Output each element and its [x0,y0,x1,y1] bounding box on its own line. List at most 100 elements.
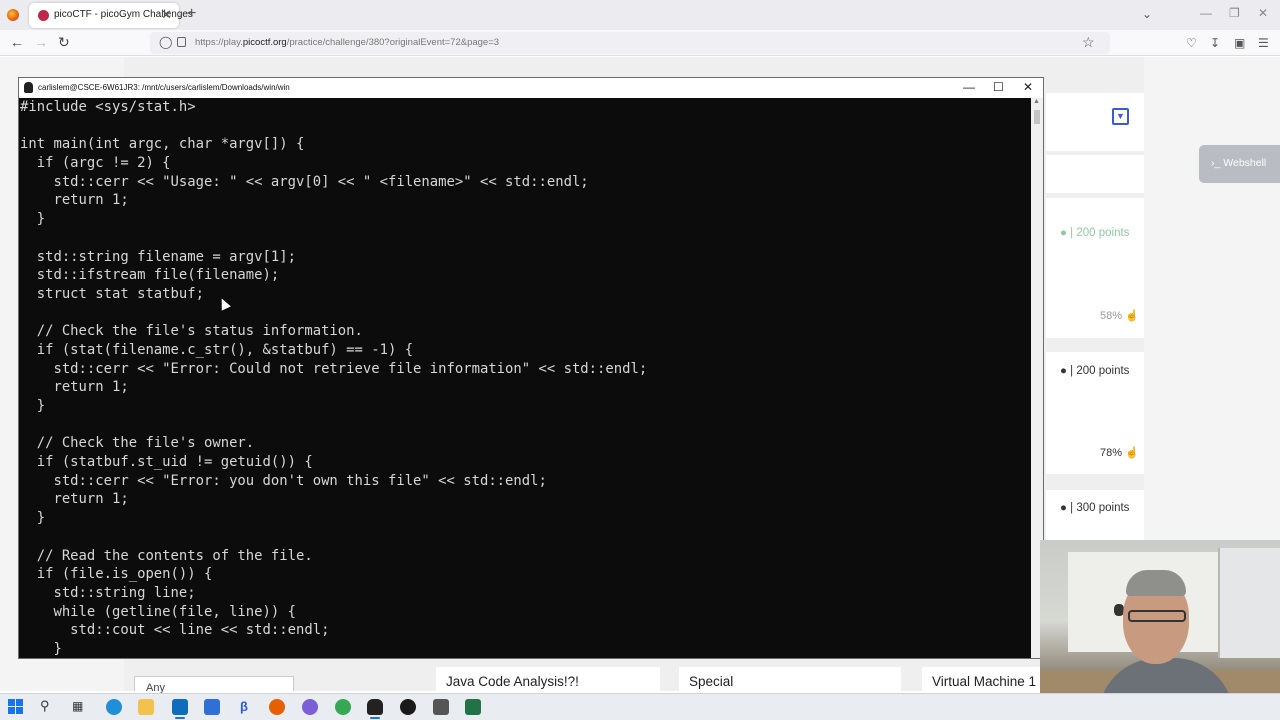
code-line: std::cout << line << std::endl; [20,622,330,639]
code-line: if (file.is_open()) { [20,566,213,583]
challenge-card-title[interactable]: Virtual Machine 1 [922,667,1040,692]
forward-arrow-icon[interactable]: → [34,34,48,50]
background-window [1218,548,1280,658]
filter-select[interactable]: Any [134,676,294,694]
save-bookmark-icon[interactable]: ▼ [1112,108,1129,125]
back-arrow-icon[interactable]: ← [10,34,24,50]
firefox-icon[interactable] [269,699,285,715]
challenge-card[interactable] [1046,155,1144,193]
teams-icon[interactable] [302,699,318,715]
scroll-up-arrow-icon[interactable]: ▲ [1033,98,1040,105]
code-line: return 1; [20,192,129,209]
edge-icon[interactable] [106,699,122,715]
browser-tab[interactable]: picoCTF - picoGym Challenges ✕ [29,3,193,28]
code-line: } [20,510,46,527]
task-view-icon[interactable]: ▦ [72,699,88,715]
downloads-icon[interactable]: ↧ [1210,36,1220,50]
file-explorer-icon[interactable] [138,699,154,715]
code-line: std::ifstream file(filename); [20,267,280,284]
restore-window-icon[interactable]: ❐ [1229,6,1240,20]
tab-close-icon[interactable]: ✕ [161,7,172,23]
bluetooth-icon[interactable]: β [236,699,252,715]
code-line: if (argc != 2) { [20,155,171,172]
code-line: } [20,640,62,657]
terminal-close-icon[interactable]: ✕ [1023,80,1033,94]
close-window-icon[interactable]: ✕ [1258,6,1268,20]
menu-icon[interactable]: ☰ [1258,36,1269,50]
challenge-card-title[interactable]: Java Code Analysis!?! [436,667,660,692]
code-line: } [20,398,46,414]
windows-start-icon[interactable] [8,699,24,715]
user-icon: ● [1060,365,1071,377]
reload-icon[interactable]: ↻ [58,34,70,51]
code-line: if (stat(filename.c_str(), &statbuf) == … [20,341,414,358]
browser-tab-bar: picoCTF - picoGym Challenges ✕ + ⌄ — ❐ ✕ [0,0,1280,30]
code-line: // Read the contents of the file. [20,547,313,564]
thumbs-up-icon[interactable]: ☝ [1125,310,1139,322]
pocket-icon[interactable]: ♡ [1186,36,1197,50]
code-line: std::cerr << "Error: you don't own this … [20,472,547,489]
code-line: return 1; [20,491,129,508]
terminal-output[interactable]: #include <sys/stat.h> int main(int argc, … [19,98,1031,658]
tab-list-chevron-icon[interactable]: ⌄ [1142,7,1152,21]
terminal-maximize-icon[interactable]: ☐ [993,80,1004,94]
tracking-shield-icon[interactable]: ◯ [159,35,172,49]
extensions-icon[interactable]: ▣ [1234,36,1245,50]
firefox-logo-icon [7,9,19,21]
thumbs-up-icon[interactable]: ☝ [1125,447,1139,459]
terminal-title-bar[interactable]: carlislem@CSCE-6W61JR3: /mnt/c/users/car… [19,78,1043,98]
scrollbar-thumb[interactable] [1034,110,1040,124]
code-line: std::cerr << "Usage: " << argv[0] << " <… [20,173,589,190]
source-code: #include <sys/stat.h> int main(int argc, … [20,98,647,658]
code-line: } [20,211,46,228]
new-tab-button[interactable]: + [187,5,196,23]
challenge-card[interactable] [1046,93,1144,151]
rating-label: 58% ☝ [1100,310,1139,322]
tab-title: picoCTF - picoGym Challenges [54,9,193,20]
code-line: std::string line; [20,584,196,601]
terminal-prompt-icon: ›_ [1211,157,1224,169]
code-line: while (getline(file, line)) { [20,603,296,620]
virtual-machine-icon[interactable] [433,699,449,715]
outlook-icon[interactable] [172,699,188,715]
windows-taskbar: ⚲ ▦ β [0,693,1280,720]
challenge-card[interactable] [1046,490,1144,540]
excel-icon[interactable] [465,699,481,715]
code-line: // Check the file's owner. [20,435,255,452]
points-label: ● | 200 points [1060,227,1130,239]
minimize-window-icon[interactable]: — [1200,6,1212,20]
chrome-icon[interactable] [335,699,351,715]
challenge-card-title[interactable]: Special [679,667,901,692]
code-line: return 1; [20,379,129,396]
url-text[interactable]: https://play.picoctf.org/practice/challe… [195,37,499,48]
code-line: if (statbuf.st_uid != getuid()) { [20,454,313,471]
code-line: struct stat statbuf; [20,285,204,302]
code-line: int main(int argc, char *argv[]) { [20,136,305,153]
calendar-icon[interactable] [204,699,220,715]
url-bar[interactable]: ◯ https://play.picoctf.org/practice/chal… [150,32,1110,54]
terminal-minimize-icon[interactable]: — [963,80,975,94]
terminal-window[interactable]: carlislem@CSCE-6W61JR3: /mnt/c/users/car… [18,77,1044,659]
user-icon: ● [1060,227,1071,239]
active-app-indicator [370,717,380,719]
bookmark-star-icon[interactable]: ☆ [1082,34,1095,51]
obs-icon[interactable] [400,699,416,715]
code-line: #include <sys/stat.h> [20,99,196,115]
webshell-button[interactable]: ›_ Webshell [1199,145,1280,183]
lock-icon[interactable] [177,37,186,47]
points-label: ● | 300 points [1060,502,1130,514]
terminal-title: carlislem@CSCE-6W61JR3: /mnt/c/users/car… [38,83,290,92]
code-line: std::string filename = argv[1]; [20,248,296,265]
linux-penguin-icon [24,82,33,93]
search-icon[interactable]: ⚲ [40,698,56,714]
code-line: std::cerr << "Error: Could not retrieve … [20,360,648,377]
browser-nav-bar: ← → ↻ ◯ https://play.picoctf.org/practic… [0,30,1280,56]
linux-terminal-icon[interactable] [367,699,383,715]
rating-label: 78% ☝ [1100,447,1139,459]
picoctf-favicon-icon [38,10,49,21]
